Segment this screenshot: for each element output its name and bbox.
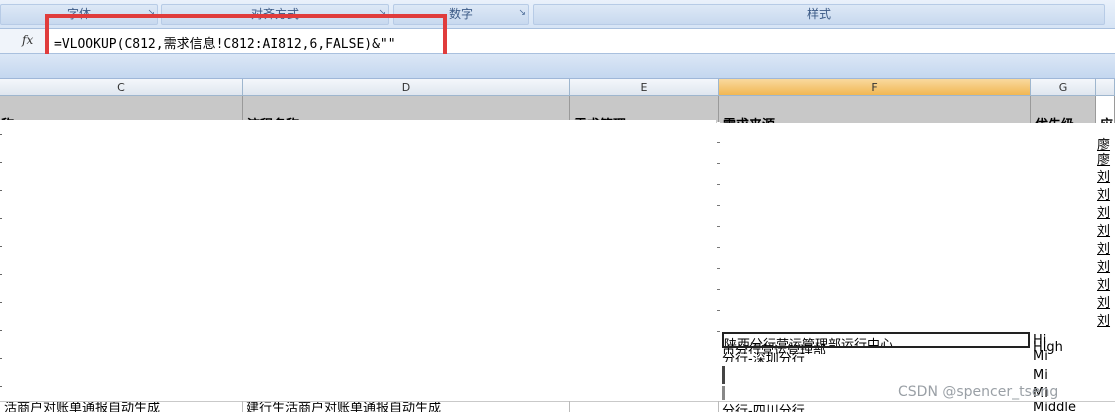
ribbon-group-styles-label: 样式 [806,7,831,21]
col-g-cell[interactable]: Hi [1033,333,1089,347]
watermark: CSDN @spencer_tseng [898,384,1059,400]
ribbon-group-number-label: 数字 [448,7,473,21]
col-f-edge [717,122,720,342]
col-g-cell[interactable]: Mi [1033,349,1089,363]
redacted-area-right [722,123,1088,343]
col-f-active-cell[interactable]: 陕西分行营运管理部运行中心 [722,332,1030,348]
header-cell-process[interactable]: 流程名称 [243,96,570,123]
ribbon-group-styles[interactable]: 样式 [533,4,1105,25]
column-header-c[interactable]: C [0,79,243,96]
col-h-cell[interactable]: 刘 [1097,310,1110,329]
header-cell-priority[interactable]: 优先级 [1031,96,1096,123]
col-h-cell[interactable]: 刘 [1097,292,1110,311]
col-h-cell[interactable]: 刘 [1097,238,1110,257]
column-header-d[interactable]: D [243,79,570,96]
last-row-process-cell[interactable]: 建行生活商户对账单通报自动生成 [246,402,566,412]
col-h-cell[interactable]: 刘 [1097,166,1110,185]
col-gridline [718,401,719,412]
col-h-cell[interactable]: 刘 [1097,184,1110,203]
col-gridline [569,401,570,412]
column-header-e[interactable]: E [570,79,719,96]
col-f-fragment [722,386,725,400]
col-h-cell[interactable]: 刘 [1097,256,1110,275]
col-f-cell[interactable]: 分行-深圳分行 [722,348,1022,362]
column-header-g[interactable]: G [1031,79,1096,96]
header-cell-demand-mgmt[interactable]: 需求管理 [570,96,719,123]
col-h-cell[interactable]: 刘 [1097,274,1110,293]
last-row-name-cell[interactable]: 活商户对账单通报自动生成 [4,402,240,412]
redacted-area [0,120,716,402]
header-cell-source[interactable]: 需求来源 [719,96,1031,123]
col-h-cell[interactable]: 刘 [1097,202,1110,221]
header-cell-name[interactable]: 名称 [0,96,243,123]
fx-icon[interactable]: fx [22,33,33,47]
toolbar-band [0,54,1115,79]
col-h-cell[interactable]: 刘 [1097,220,1110,239]
left-edge-fragments [0,120,2,400]
col-f-fragment [722,366,725,384]
col-g-cell[interactable]: Mi [1033,368,1089,382]
header-cell-h[interactable]: 应 [1096,96,1115,123]
col-gridline [242,401,243,412]
dialog-launcher-icon[interactable]: ↘ [518,8,526,18]
column-header-h[interactable] [1096,79,1115,96]
column-header-f[interactable]: F [719,79,1031,96]
